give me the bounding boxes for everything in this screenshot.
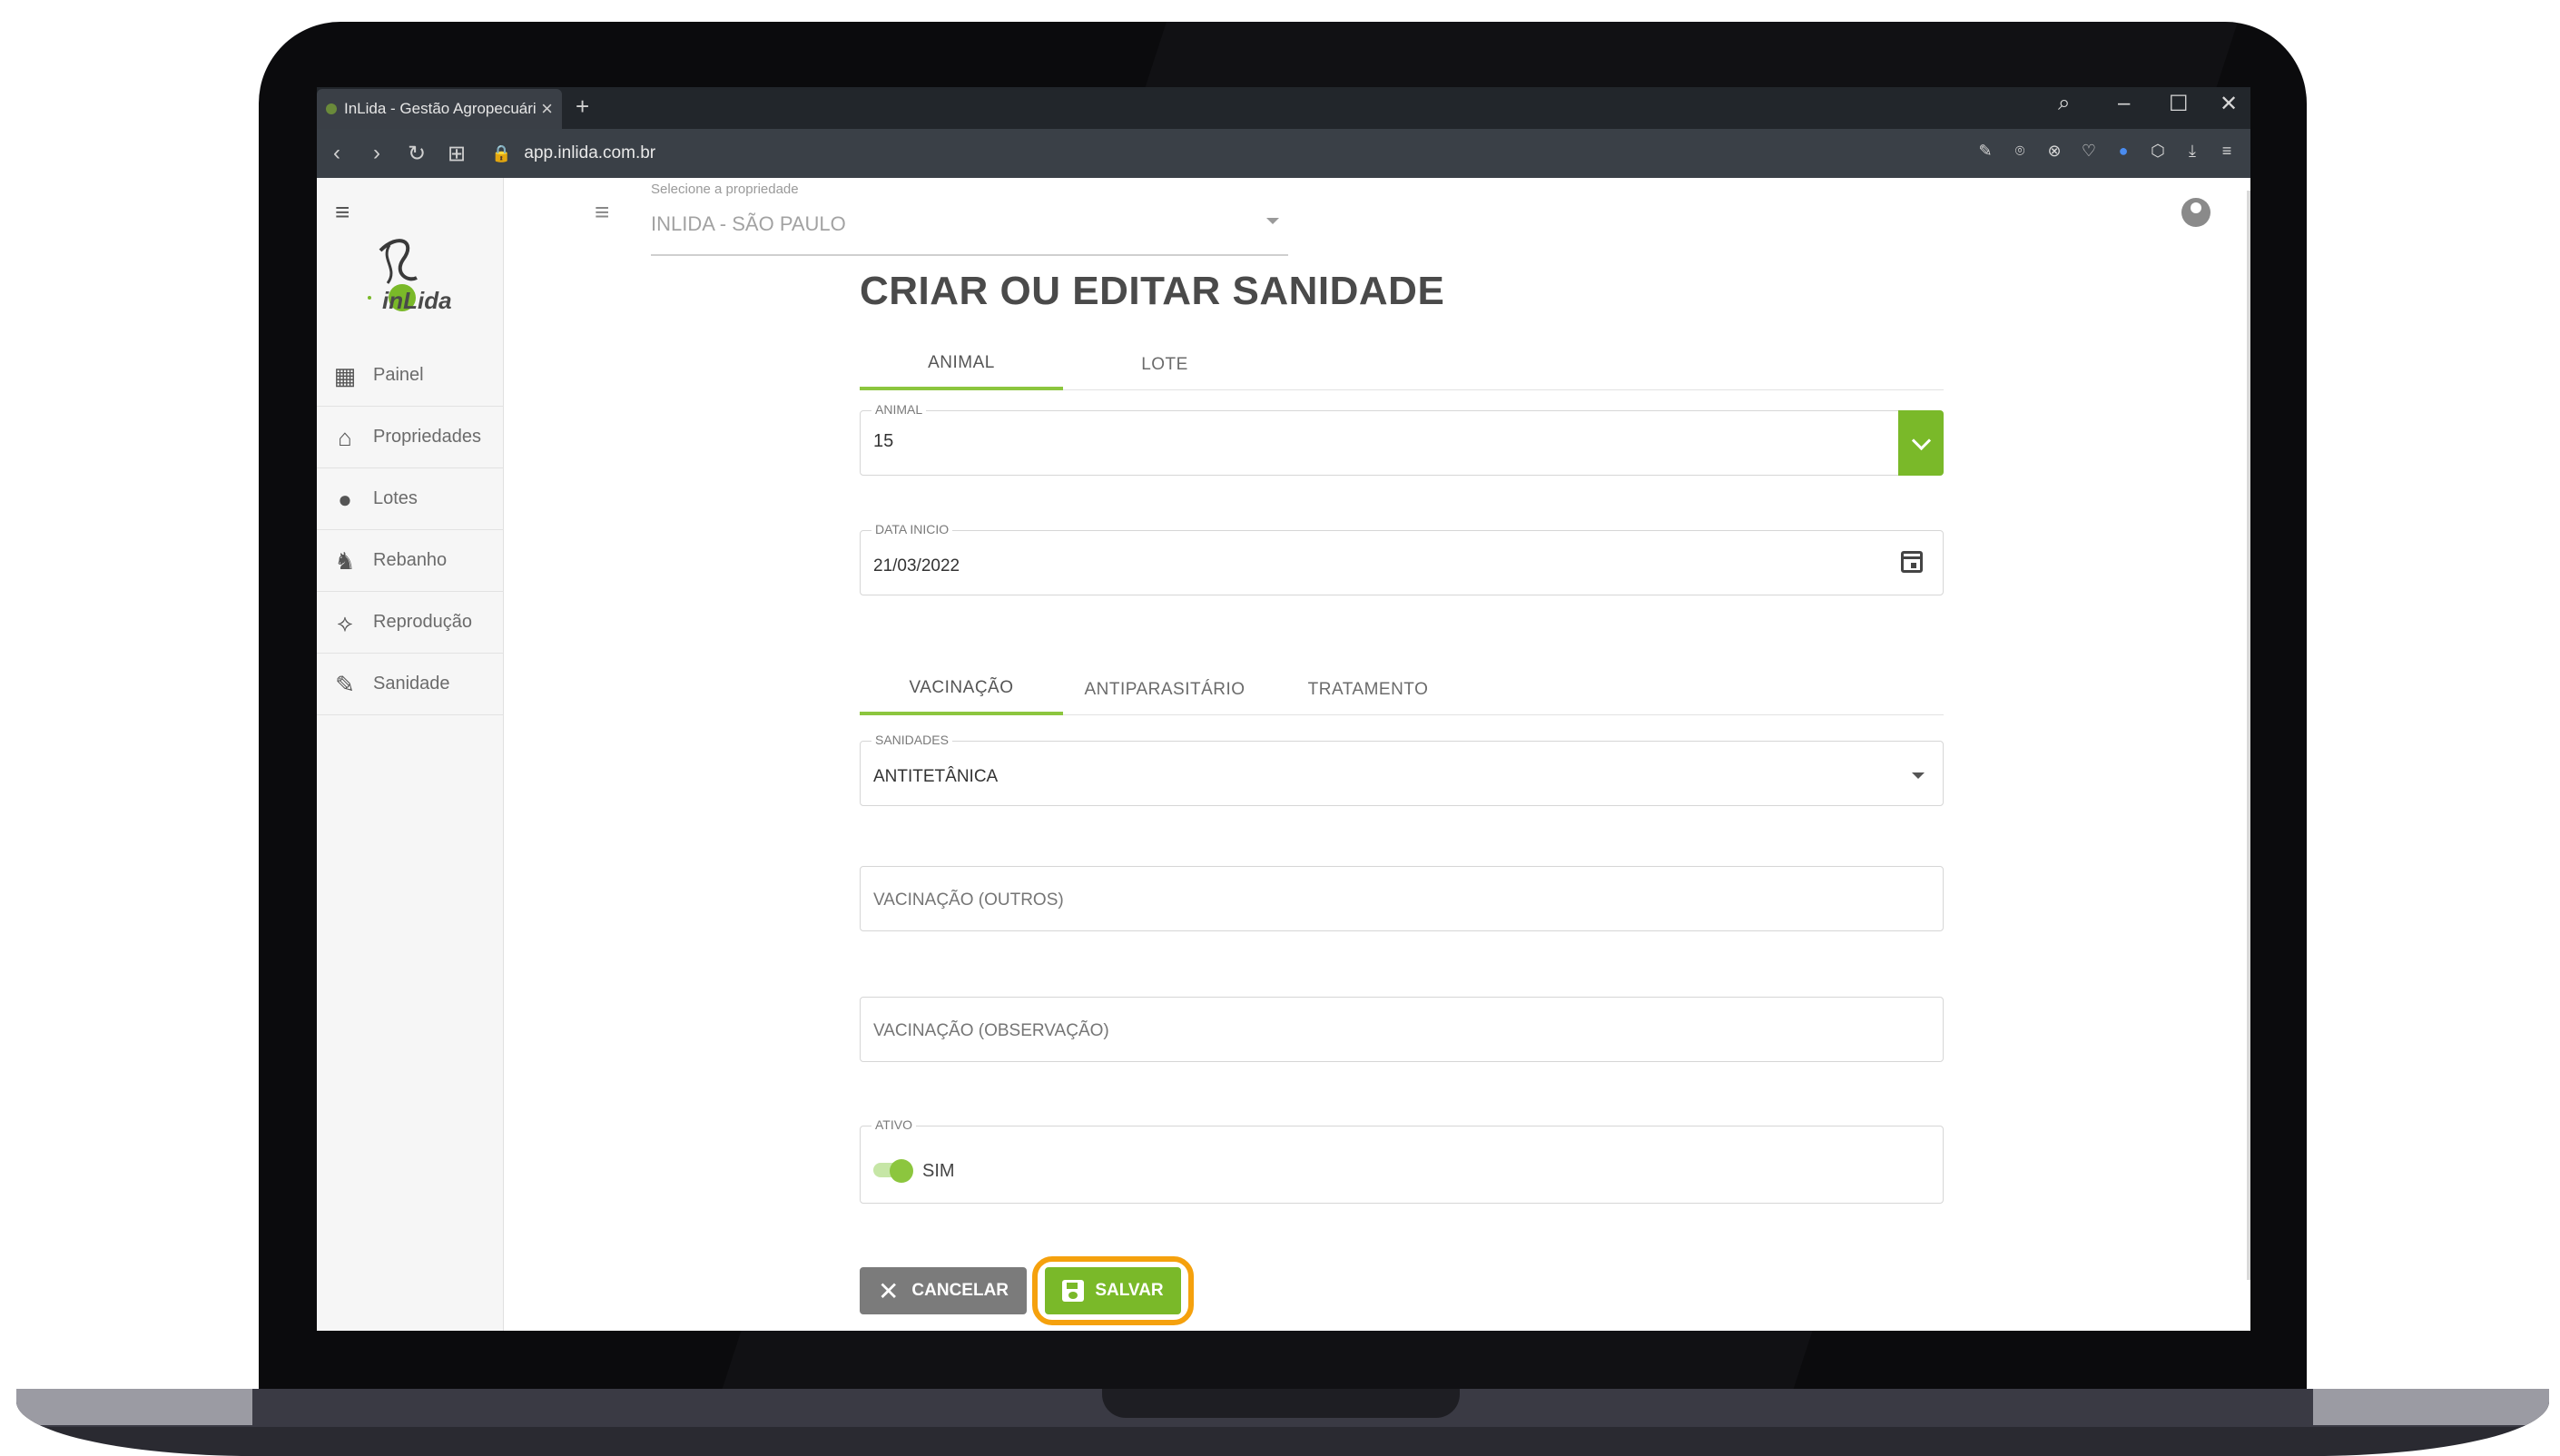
favicon-icon	[326, 103, 337, 114]
close-tab-icon[interactable]: ×	[541, 97, 553, 121]
data-inicio-value: 21/03/2022	[873, 556, 960, 576]
extension-icons: ✎ ⌾ ⊗ ♡ ● ⬡ ⤓ ≡	[1974, 140, 2238, 162]
sanidade-type-tabs: VACINAÇÃO ANTIPARASITÁRIO TRATAMENTO	[860, 664, 1944, 715]
block-icon[interactable]: ⊗	[2043, 140, 2065, 162]
ativo-value: SIM	[922, 1161, 955, 1181]
heart-icon[interactable]: ♡	[2078, 140, 2100, 162]
animal-dropdown-button[interactable]	[1898, 410, 1944, 476]
cancel-button[interactable]: ✕ CANCELAR	[860, 1267, 1027, 1314]
page-title: CRIAR OU EDITAR SANIDADE	[860, 269, 1445, 313]
chevron-down-icon[interactable]	[1912, 772, 1925, 779]
browser-addressbar: ‹ › ↻ ⊞ 🔒 app.inlida.com.br ✎ ⌾ ⊗ ♡ ● ⬡ …	[317, 129, 2250, 178]
save-button-label: SALVAR	[1095, 1281, 1164, 1300]
sidebar-item-label: Lotes	[373, 488, 418, 508]
close-window-icon[interactable]: ✕	[2220, 91, 2238, 117]
sidebar-item-reproducao[interactable]: ⟡ Reprodução	[317, 592, 504, 654]
scrollbar[interactable]	[2247, 191, 2250, 1280]
tab-animal[interactable]: ANIMAL	[860, 339, 1063, 390]
tab-antiparasitario[interactable]: ANTIPARASITÁRIO	[1063, 664, 1266, 715]
dashboard-icon: ▦	[333, 361, 357, 389]
field-label: SANIDADES	[871, 733, 952, 747]
sidebar: ≡ inLida ▦ Painel ⌂ Propriedades ● Lotes	[317, 178, 504, 1331]
cancel-button-label: CANCELAR	[911, 1281, 1009, 1300]
sidebar-item-rebanho[interactable]: ♞ Rebanho	[317, 530, 504, 592]
sidebar-item-label: Painel	[373, 365, 424, 385]
barn-icon: ⌂	[338, 423, 352, 451]
download-icon[interactable]: ⤓	[2181, 140, 2203, 162]
reload-icon[interactable]: ↻	[397, 141, 437, 167]
tab-vacinacao[interactable]: VACINAÇÃO	[860, 664, 1063, 715]
sidebar-item-sanidade[interactable]: ✎ Sanidade	[317, 654, 504, 715]
forward-icon[interactable]: ›	[357, 141, 397, 166]
syringe-icon: ✎	[335, 670, 355, 698]
animal-value: 15	[873, 431, 894, 451]
save-button[interactable]: SALVAR	[1045, 1267, 1181, 1314]
sidebar-item-label: Rebanho	[373, 550, 448, 570]
sidebar-item-lotes[interactable]: ● Lotes	[317, 468, 504, 530]
vacinacao-observacao-placeholder: VACINAÇÃO (OBSERVAÇÃO)	[873, 1021, 1109, 1040]
vpn-icon[interactable]: ●	[2112, 140, 2134, 162]
sidebar-item-label: Reprodução	[373, 612, 472, 632]
logo-text: inLida	[382, 287, 452, 314]
sidebar-item-painel[interactable]: ▦ Painel	[317, 345, 504, 407]
screen: InLida - Gestão Agropecuária × + ⌕ – ☐ ✕…	[317, 87, 2250, 1331]
laptop-base-shade-right	[2313, 1389, 2549, 1425]
speed-dial-icon[interactable]: ⊞	[437, 141, 477, 167]
laptop-base-shade-left	[16, 1389, 252, 1425]
settings-icon[interactable]: ≡	[2216, 140, 2238, 162]
minimize-icon[interactable]: –	[2118, 91, 2130, 116]
user-account-icon[interactable]	[2181, 198, 2210, 227]
close-icon: ✕	[877, 1276, 900, 1305]
data-inicio-field[interactable]: DATA INICIO 21/03/2022	[860, 522, 1944, 595]
save-icon	[1062, 1280, 1085, 1302]
laptop-notch	[1102, 1389, 1460, 1418]
back-icon[interactable]: ‹	[317, 141, 357, 166]
sidebar-item-propriedades[interactable]: ⌂ Propriedades	[317, 407, 504, 468]
edit-icon[interactable]: ✎	[1974, 140, 1996, 162]
search-icon[interactable]: ⌕	[2058, 91, 2070, 116]
group-icon: ●	[338, 485, 352, 513]
vacinacao-observacao-field[interactable]: VACINAÇÃO (OBSERVAÇÃO)	[860, 997, 1944, 1062]
ativo-field: ATIVO SIM	[860, 1117, 1944, 1204]
property-select-label: Selecione a propriedade	[651, 182, 799, 197]
lock-icon: 🔒	[491, 143, 512, 162]
main-menu-icon[interactable]: ≡	[595, 198, 609, 227]
camera-icon[interactable]: ⌾	[2009, 140, 2031, 162]
app: ≡ inLida ▦ Painel ⌂ Propriedades ● Lotes	[317, 178, 2250, 1331]
ativo-toggle[interactable]	[873, 1159, 913, 1183]
cube-icon[interactable]: ⬡	[2147, 140, 2169, 162]
sanidades-select[interactable]: SANIDADES ANTITETÂNICA	[860, 733, 1944, 806]
target-tabs: ANIMAL LOTE	[860, 339, 1944, 390]
tab-title: InLida - Gestão Agropecuária	[344, 100, 537, 117]
toggle-knob	[890, 1159, 913, 1183]
calendar-icon[interactable]	[1901, 551, 1923, 573]
url-text[interactable]: app.inlida.com.br	[524, 143, 655, 163]
field-label: ANIMAL	[871, 402, 927, 417]
animal-select[interactable]: ANIMAL 15	[860, 402, 1944, 476]
vacinacao-outros-placeholder: VACINAÇÃO (OUTROS)	[873, 890, 1064, 910]
sidebar-item-label: Propriedades	[373, 427, 481, 447]
browser-tab[interactable]: InLida - Gestão Agropecuária ×	[317, 89, 562, 129]
field-label: DATA INICIO	[871, 522, 953, 536]
new-tab-icon[interactable]: +	[576, 93, 589, 121]
maximize-icon[interactable]: ☐	[2169, 91, 2189, 117]
sanidades-value: ANTITETÂNICA	[873, 767, 999, 786]
field-label: ATIVO	[871, 1117, 916, 1132]
chevron-down-icon[interactable]	[1266, 218, 1279, 224]
vacinacao-outros-field[interactable]: VACINAÇÃO (OUTROS)	[860, 866, 1944, 931]
dna-icon: ⟡	[337, 608, 353, 636]
tab-lote[interactable]: LOTE	[1063, 339, 1266, 390]
property-select-underline	[651, 254, 1288, 256]
property-select[interactable]: INLIDA - SÃO PAULO	[651, 212, 846, 236]
browser-tabbar: InLida - Gestão Agropecuária × + ⌕ – ☐ ✕	[317, 87, 2250, 129]
sidebar-item-label: Sanidade	[373, 674, 450, 694]
cow-icon: ♞	[334, 546, 356, 575]
tab-tratamento[interactable]: TRATAMENTO	[1266, 664, 1470, 715]
menu-icon[interactable]: ≡	[335, 198, 350, 227]
